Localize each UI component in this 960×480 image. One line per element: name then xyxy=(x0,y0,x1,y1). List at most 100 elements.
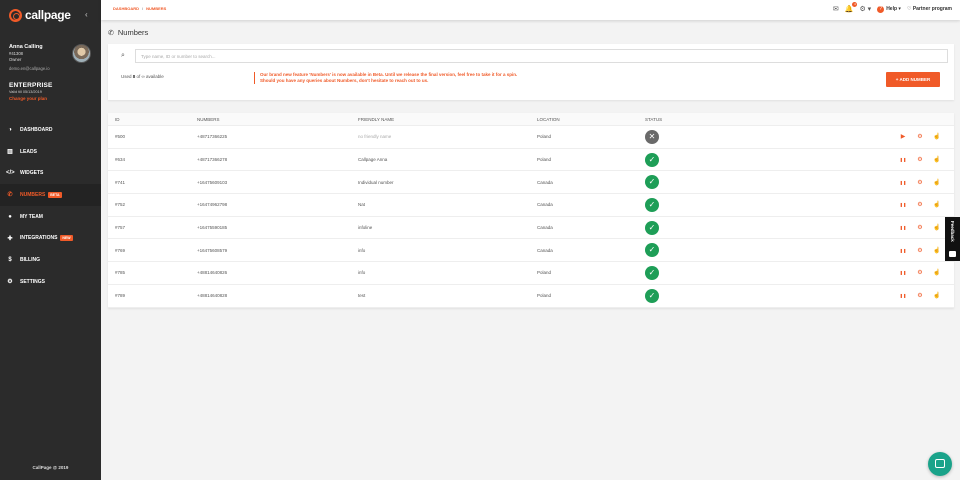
feedback-tab[interactable]: Feedback xyxy=(945,217,960,261)
sidebar-item-numbers[interactable]: ✆ NUMBERS BETA xyxy=(0,184,101,206)
row-actions: ❚❚ ⚙ ☝ xyxy=(899,179,941,186)
sidebar-nav: ◑ DASHBOARD ▥ LEADS </> WIDGETS ✆ NUMBERS BETA ● M… xyxy=(0,119,101,293)
phone-icon: ✆ xyxy=(108,29,114,37)
table-header: ID NUMBERS FRIENDLY NAME LOCATION STATUS xyxy=(108,113,954,126)
gear-icon[interactable]: ⚙ xyxy=(916,156,924,163)
chevron-left-icon[interactable]: ‹ xyxy=(85,10,88,19)
sidebar-item-integrations[interactable]: ✚ INTEGRATIONS NEW xyxy=(0,227,101,249)
gear-icon[interactable]: ⚙ xyxy=(916,201,924,208)
bars-icon: ▥ xyxy=(7,149,13,156)
gear-icon[interactable]: ⚙ xyxy=(916,133,924,140)
cell-number: +48814640826 xyxy=(197,270,228,276)
gear-icon[interactable]: ⚙ xyxy=(916,269,924,276)
usage-suffix: of ∞ available xyxy=(135,74,164,79)
search-icon: ⌕ xyxy=(121,52,125,59)
logo[interactable]: callpage xyxy=(9,8,71,22)
gear-icon[interactable]: ⚙ xyxy=(916,247,924,254)
thumb-icon[interactable]: ☝ xyxy=(933,247,941,254)
pause-icon[interactable]: ❚❚ xyxy=(899,202,907,207)
chat-launcher[interactable] xyxy=(928,452,952,476)
user-name: Anna Calling xyxy=(9,44,43,50)
sidebar-item-label: LEADS xyxy=(20,148,37,155)
row-actions: ❚❚ ⚙ ☝ xyxy=(899,247,941,254)
thumb-icon[interactable]: ☝ xyxy=(933,269,941,276)
sidebar-item-settings[interactable]: ⚙ SETTINGS xyxy=(0,271,101,293)
cell-number: +16474962798 xyxy=(197,202,228,208)
table-row: #752 +16474962798 Nat Canada ✓ ❚❚ ⚙ ☝ xyxy=(108,194,954,217)
breadcrumb-dashboard[interactable]: DASHBOARD xyxy=(113,6,139,11)
pause-icon[interactable]: ❚❚ xyxy=(899,180,907,185)
thumb-icon[interactable]: ☝ xyxy=(933,156,941,163)
sidebar-item-label: DASHBOARD xyxy=(20,126,53,133)
dollar-icon: $ xyxy=(8,256,12,263)
gear-icon[interactable]: ⚙ xyxy=(916,224,924,231)
sidebar-item-label: BILLING xyxy=(20,256,40,263)
usage-info: Used 8 of ∞ available xyxy=(121,74,164,79)
cell-number: +48717366278 xyxy=(197,157,228,163)
gear-icon[interactable]: ⚙ ▾ xyxy=(859,5,871,13)
phone-icon: ✆ xyxy=(7,192,13,199)
pause-icon[interactable]: ❚❚ xyxy=(899,157,907,162)
cell-number: +48717366225 xyxy=(197,134,228,140)
pause-icon[interactable]: ❚❚ xyxy=(899,293,907,298)
gear-icon[interactable]: ⚙ xyxy=(916,179,924,186)
cell-location: Canada xyxy=(537,247,553,253)
row-actions: ❚❚ ⚙ ☝ xyxy=(899,224,941,231)
usage-prefix: Used xyxy=(121,74,133,79)
breadcrumb: DASHBOARD / NUMBERS xyxy=(113,6,167,11)
gear-icon: ⚙ xyxy=(7,279,13,286)
avatar[interactable] xyxy=(72,44,91,63)
cell-friendly-name: Individual number xyxy=(358,179,394,185)
sidebar-item-widgets[interactable]: </> WIDGETS xyxy=(0,162,101,184)
pause-icon[interactable]: ❚❚ xyxy=(899,270,907,275)
sidebar-item-label: SETTINGS xyxy=(20,278,46,285)
search-input[interactable] xyxy=(135,49,948,63)
pause-icon[interactable]: ❚❚ xyxy=(899,248,907,253)
close-icon: ✕ xyxy=(645,129,659,144)
cell-id: #785 xyxy=(115,270,126,276)
thumb-icon[interactable]: ☝ xyxy=(933,179,941,186)
sidebar-item-label: INTEGRATIONS xyxy=(20,235,58,242)
check-icon: ✓ xyxy=(645,265,659,280)
sidebar-item-label: MY TEAM xyxy=(20,213,43,220)
thumb-icon[interactable]: ☝ xyxy=(933,133,941,140)
cell-status: ✓ xyxy=(645,197,659,212)
thumb-icon[interactable]: ☝ xyxy=(933,292,941,299)
cell-number: +16475590185 xyxy=(197,225,228,231)
sidebar-item-leads[interactable]: ▥ LEADS xyxy=(0,141,101,163)
sidebar-item-my-team[interactable]: ● MY TEAM xyxy=(0,206,101,228)
play-icon[interactable]: ▶ xyxy=(899,133,907,140)
chat-icon xyxy=(935,459,945,468)
add-number-button[interactable]: + ADD NUMBER xyxy=(886,72,940,87)
check-icon: ✓ xyxy=(645,197,659,212)
cell-id: #789 xyxy=(115,293,126,299)
partner-program-link[interactable]: ♡ Partner program xyxy=(907,6,952,12)
bell-icon[interactable]: 🔔 4 xyxy=(845,2,858,13)
check-icon: ✓ xyxy=(645,220,659,235)
change-plan-link[interactable]: Change your plan xyxy=(9,96,53,101)
plan-valid: Valid till 05/13/2019 xyxy=(9,90,42,94)
plan-info: ENTERPRISE Valid till 05/13/2019 Change … xyxy=(9,82,53,101)
thumb-icon[interactable]: ☝ xyxy=(933,224,941,231)
help-menu[interactable]: ? Help ▾ xyxy=(877,5,901,13)
thumb-icon[interactable]: ☝ xyxy=(933,201,941,208)
code-icon: </> xyxy=(6,170,15,177)
mail-icon[interactable]: ✉ xyxy=(833,5,839,13)
cell-location: Canada xyxy=(537,179,553,185)
sidebar-item-dashboard[interactable]: ◑ DASHBOARD xyxy=(0,119,101,141)
copyright: CallPage @ 2019 xyxy=(32,465,69,470)
cell-location: Poland xyxy=(537,157,552,163)
header-numbers: NUMBERS xyxy=(197,116,220,122)
header-friendly-name: FRIENDLY NAME xyxy=(358,116,395,122)
check-icon: ✓ xyxy=(645,175,659,190)
cell-location: Poland xyxy=(537,270,552,276)
user-icon: ● xyxy=(8,213,12,220)
gear-icon[interactable]: ⚙ xyxy=(916,292,924,299)
sidebar-item-billing[interactable]: $ BILLING xyxy=(0,249,101,271)
cell-status: ✓ xyxy=(645,175,659,190)
user-email: demo.en@callpage.io xyxy=(9,66,50,71)
cell-id: #752 xyxy=(115,202,126,208)
topbar: DASHBOARD / NUMBERS ✉ 🔔 4 ⚙ ▾ ? Help ▾ ♡ Par… xyxy=(101,0,960,20)
pause-icon[interactable]: ❚❚ xyxy=(899,225,907,230)
callpage-logo-icon xyxy=(9,8,22,22)
